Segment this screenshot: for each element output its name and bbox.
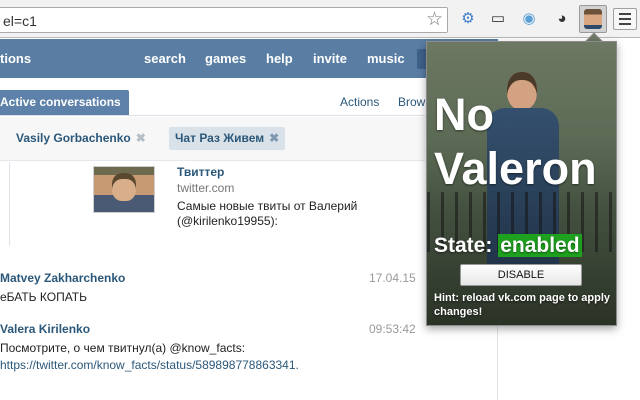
chip-vasily[interactable]: Vasily Gorbachenko ✖	[16, 127, 146, 150]
state-label: State:	[434, 234, 493, 257]
gear-extension-icon[interactable]: ⚙	[457, 8, 479, 30]
link-preview-domain: twitter.com	[177, 181, 235, 195]
link-preview-description: Самые новые твиты от Валерий (@kirilenko…	[177, 199, 358, 228]
state-value-badge: enabled	[498, 234, 582, 257]
panda-icon[interactable]: ◕	[551, 8, 573, 30]
message-text: Посмотрите, о чем твитнул(а) @know_facts…	[0, 341, 246, 355]
message-time: 17.04.15	[369, 271, 416, 285]
conversation-chips: Vasily Gorbachenko ✖ Чат Раз Живем ✖	[0, 117, 425, 161]
star-icon[interactable]: ☆	[426, 9, 443, 31]
browser-toolbar: el=c1 ☆ ⚙ ▭ ◉ ◕	[0, 0, 640, 38]
tab-active-conversations[interactable]: Active conversations	[0, 90, 129, 115]
url-text: el=c1	[3, 13, 37, 29]
chip-chat-raz-zhivem[interactable]: Чат Раз Живем ✖	[169, 127, 286, 150]
nav-item-games[interactable]: games	[205, 51, 246, 66]
no-valeron-extension-icon[interactable]	[579, 5, 607, 33]
nav-item-applications[interactable]: tions	[0, 51, 31, 66]
link-preview-image[interactable]	[93, 166, 155, 213]
nav-item-invite[interactable]: invite	[313, 51, 347, 66]
nav-item-help[interactable]: help	[266, 51, 293, 66]
browse-link[interactable]: Brow	[398, 95, 425, 109]
valeron-face-icon	[584, 9, 602, 29]
message-text: еБАТЬ КОПАТЬ	[0, 290, 87, 304]
message-link[interactable]: https://twitter.com/know_facts/status/58…	[0, 357, 360, 374]
disable-button[interactable]: DISABLE	[460, 264, 582, 286]
popup-state: State: enabled	[434, 233, 582, 259]
chip-label: Чат Раз Живем	[175, 131, 265, 145]
thread-divider	[9, 162, 10, 246]
nav-item-search[interactable]: search	[144, 51, 186, 66]
chip-label: Vasily Gorbachenko	[16, 131, 131, 145]
close-icon[interactable]: ✖	[269, 131, 279, 145]
nav-item-music[interactable]: music	[367, 51, 405, 66]
actions-link[interactable]: Actions	[340, 95, 379, 109]
message-author[interactable]: Matvey Zakharchenko	[0, 271, 125, 285]
menu-icon[interactable]	[613, 8, 637, 30]
cast-icon[interactable]: ▭	[487, 8, 509, 30]
popup-hint: Hint: reload vk.com page to apply change…	[434, 292, 611, 318]
message-time: 09:53:42	[369, 322, 416, 336]
address-bar[interactable]: el=c1 ☆	[0, 7, 448, 33]
link-preview-title[interactable]: Твиттер	[177, 165, 224, 179]
camera-icon[interactable]: ◉	[518, 8, 540, 30]
close-icon[interactable]: ✖	[136, 131, 146, 145]
extension-popup: No Valeron State: enabled DISABLE Hint: …	[426, 41, 617, 326]
message-author[interactable]: Valera Kirilenko	[0, 322, 90, 336]
vk-header: tions search games help invite music	[0, 39, 498, 78]
popup-title: No Valeron	[434, 89, 597, 194]
conversation-tabs: Active conversations Actions Brow	[0, 79, 425, 116]
